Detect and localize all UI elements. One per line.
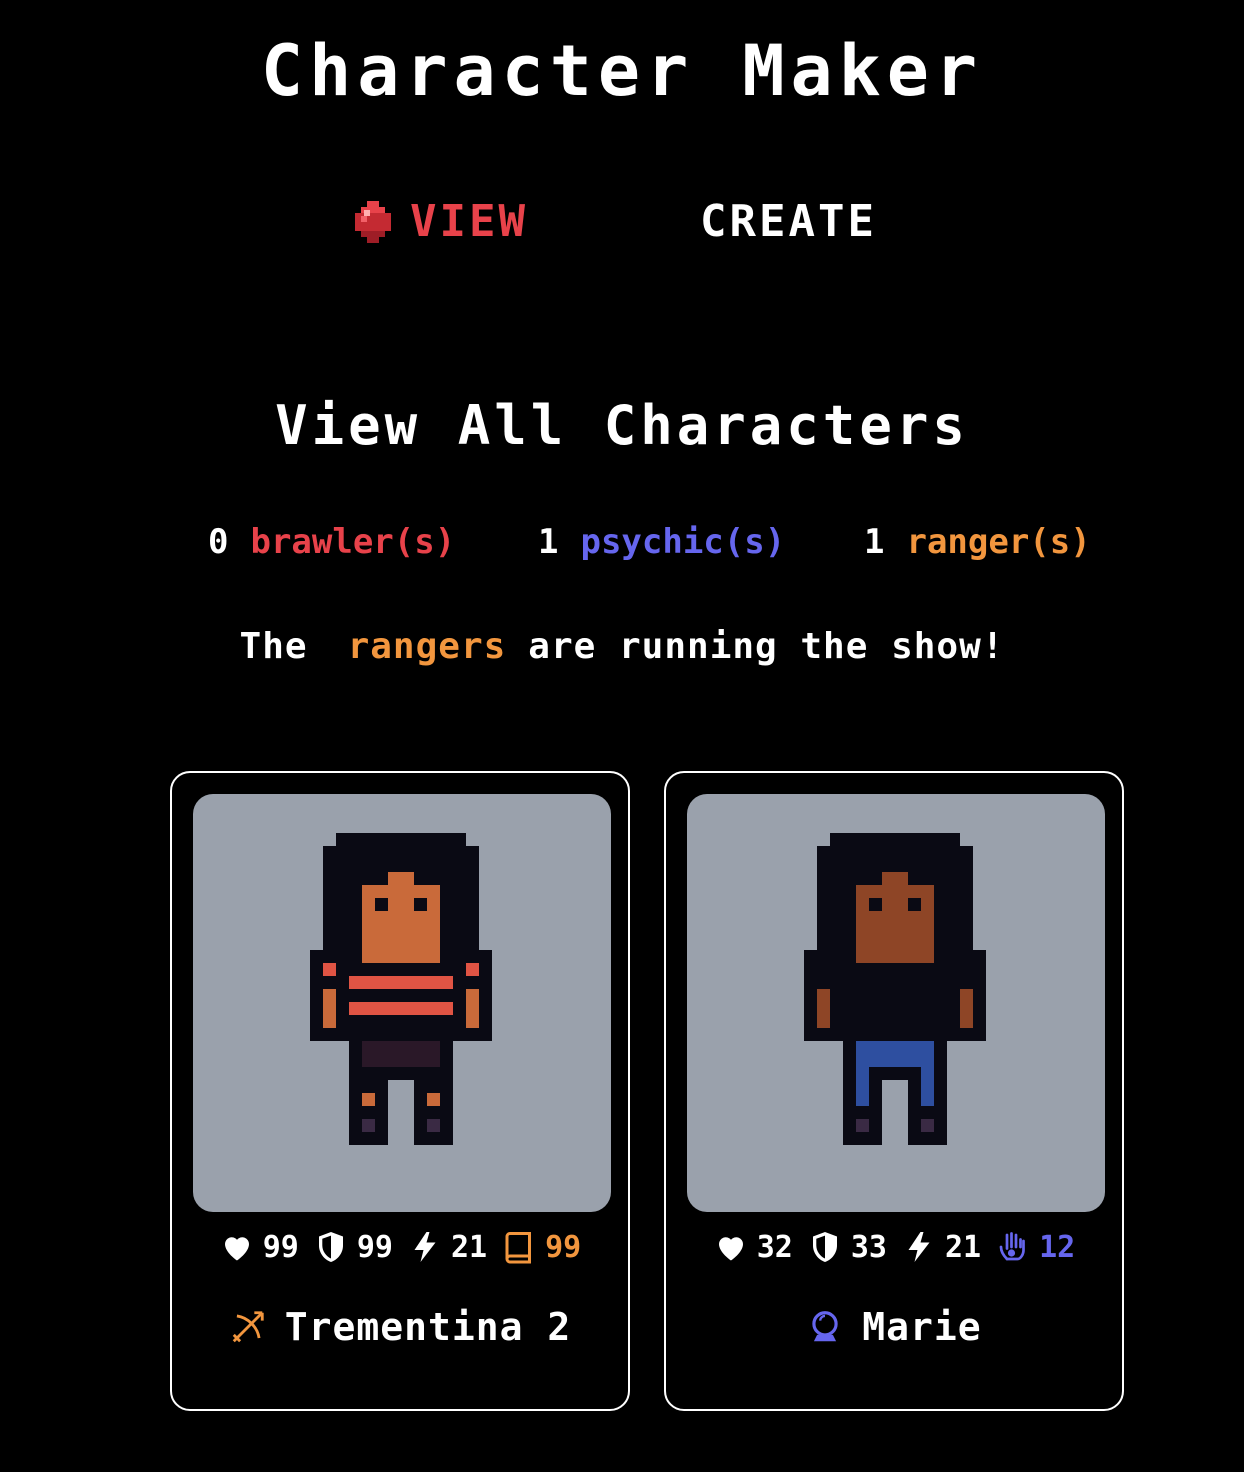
character-card[interactable]: 99 99 21 99 Trementina 2 [170,771,630,1411]
character-name: Marie [862,1305,982,1349]
speed-value: 21 [451,1229,488,1265]
nav-create-tab[interactable]: CREATE [700,196,877,247]
message-prefix: The [239,626,308,667]
character-stats: 32 33 21 12 [666,1229,1122,1265]
speed-stat: 21 [901,1229,981,1265]
defense-value: 99 [356,1229,393,1265]
red-gem-icon [355,200,391,243]
character-portrait [193,794,611,1212]
defense-value: 33 [850,1229,887,1265]
lightning-icon [908,1232,930,1262]
nav-view-tab[interactable]: VIEW [352,196,528,247]
message-highlight: rangers [347,626,507,667]
lightning-icon [414,1232,436,1262]
shield-icon [812,1232,837,1262]
class-counts: 0 brawler(s) 1 psychic(s) 1 ranger(s) [0,522,1244,566]
speed-stat: 21 [407,1229,487,1265]
special-value: 12 [1039,1229,1076,1265]
shield-icon [318,1232,343,1262]
defense-stat: 33 [807,1229,887,1265]
ranger-count-label: ranger(s) [906,522,1091,562]
psychic-count-value: 1 [538,522,559,562]
crossbow-icon [232,1311,264,1343]
crystal-ball-icon [812,1311,838,1342]
heart-icon [718,1237,743,1261]
character-name-row: Trementina 2 [172,1305,628,1349]
psychic-count: 1 psychic(s) [538,522,785,562]
character-name-row: Marie [666,1305,1122,1349]
heart-icon [224,1237,249,1261]
message-suffix: are running the show! [528,626,1005,667]
brawler-count-value: 0 [208,522,229,562]
section-heading: View All Characters [275,394,969,457]
health-stat: 32 [713,1229,793,1265]
pixel-character-sprite [804,833,986,1145]
app-title: Character Maker [260,30,984,112]
health-stat: 99 [219,1229,299,1265]
special-stat: 12 [995,1229,1075,1265]
speed-value: 21 [945,1229,982,1265]
nav-view-label: VIEW [410,196,528,247]
character-card[interactable]: 32 33 21 12 Marie [664,771,1124,1411]
psychic-count-label: psychic(s) [580,522,786,562]
special-stat: 99 [501,1229,581,1265]
health-value: 32 [756,1229,793,1265]
defense-stat: 99 [313,1229,393,1265]
book-icon [505,1232,532,1264]
brawler-count-label: brawler(s) [250,522,456,562]
ranger-count: 1 ranger(s) [864,522,1091,562]
psychic-hand-icon [999,1232,1025,1261]
ranger-count-value: 1 [864,522,885,562]
special-value: 99 [545,1229,582,1265]
character-portrait [687,794,1105,1212]
character-name: Trementina 2 [284,1305,572,1349]
character-stats: 99 99 21 99 [172,1229,628,1265]
leader-message: The rangers are running the show! [0,626,1244,667]
main-nav: VIEW CREATE [0,196,1244,252]
pixel-character-sprite [310,833,492,1145]
brawler-count: 0 brawler(s) [208,522,455,562]
health-value: 99 [262,1229,299,1265]
